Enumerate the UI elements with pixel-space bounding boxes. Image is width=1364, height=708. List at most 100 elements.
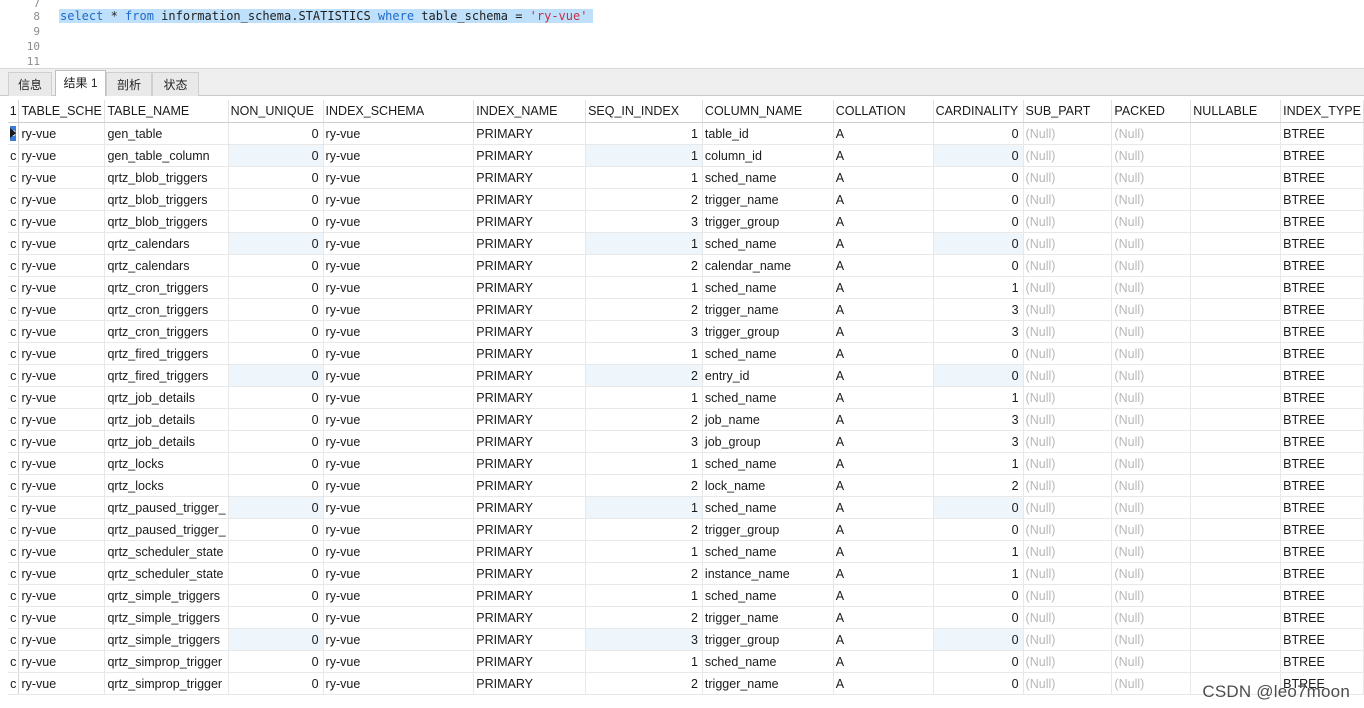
- cell-index-type[interactable]: BTREE: [1280, 496, 1364, 519]
- cell-table-sche[interactable]: ry-vue: [18, 166, 106, 189]
- cell-index-type[interactable]: BTREE: [1280, 474, 1364, 497]
- cell-collation[interactable]: A: [833, 276, 934, 299]
- cell-cardinality[interactable]: 1: [933, 540, 1024, 563]
- cell-cardinality[interactable]: 0: [933, 628, 1024, 651]
- cell-index-schema[interactable]: ry-vue: [323, 518, 475, 541]
- table-row[interactable]: c ry-vue qrtz_simple_triggers 0 ry-vue PRIMAR…: [8, 606, 1364, 629]
- cell-index-name[interactable]: PRIMARY: [473, 276, 587, 299]
- cell-collation[interactable]: A: [833, 474, 934, 497]
- cell-index-name[interactable]: PRIMARY: [473, 650, 587, 673]
- cell-index-name[interactable]: PRIMARY: [473, 232, 587, 255]
- cell-non-unique[interactable]: 0: [228, 320, 324, 343]
- cell-collation[interactable]: A: [833, 144, 934, 167]
- cell-collation[interactable]: A: [833, 584, 934, 607]
- cell-cardinality[interactable]: 2: [933, 474, 1024, 497]
- cell-sub-part[interactable]: (Null): [1023, 232, 1113, 255]
- cell-seq-in-index[interactable]: 3: [585, 210, 703, 233]
- table-row[interactable]: c ry-vue qrtz_simprop_trigger 0 ry-vue PRIMAR…: [8, 650, 1364, 673]
- cell-column-name[interactable]: table_id: [702, 122, 834, 145]
- row-selector[interactable]: c: [8, 562, 20, 585]
- cell-table-name[interactable]: qrtz_job_details: [104, 386, 229, 409]
- cell-index-schema[interactable]: ry-vue: [323, 364, 475, 387]
- cell-cardinality[interactable]: 0: [933, 342, 1024, 365]
- cell-index-schema[interactable]: ry-vue: [323, 254, 475, 277]
- cell-sub-part[interactable]: (Null): [1023, 188, 1113, 211]
- table-row[interactable]: c ry-vue qrtz_simple_triggers 0 ry-vue PRIMAR…: [8, 584, 1364, 607]
- column-header-packed[interactable]: PACKED: [1111, 100, 1192, 123]
- cell-sub-part[interactable]: (Null): [1023, 386, 1113, 409]
- cell-index-name[interactable]: PRIMARY: [473, 166, 587, 189]
- cell-index-name[interactable]: PRIMARY: [473, 342, 587, 365]
- cell-cardinality[interactable]: 0: [933, 364, 1024, 387]
- row-selector[interactable]: c: [8, 276, 20, 299]
- cell-cardinality[interactable]: 3: [933, 320, 1024, 343]
- table-row[interactable]: c ry-vue qrtz_fired_triggers 0 ry-vue PRIMARY…: [8, 364, 1364, 387]
- tab-info[interactable]: 信息: [8, 72, 52, 96]
- cell-column-name[interactable]: sched_name: [702, 386, 834, 409]
- cell-nullable[interactable]: [1190, 606, 1282, 629]
- row-selector[interactable]: c: [8, 232, 20, 255]
- cell-nullable[interactable]: [1190, 386, 1282, 409]
- cell-sub-part[interactable]: (Null): [1023, 452, 1113, 475]
- cell-index-name[interactable]: PRIMARY: [473, 518, 587, 541]
- cell-column-name[interactable]: sched_name: [702, 650, 834, 673]
- cell-index-schema[interactable]: ry-vue: [323, 188, 475, 211]
- row-selector[interactable]: c: [8, 144, 20, 167]
- cell-nullable[interactable]: [1190, 298, 1282, 321]
- row-selector[interactable]: c: [8, 650, 20, 673]
- cell-index-schema[interactable]: ry-vue: [323, 452, 475, 475]
- cell-collation[interactable]: A: [833, 496, 934, 519]
- cell-collation[interactable]: A: [833, 232, 934, 255]
- table-row[interactable]: c ry-vue qrtz_fired_triggers 0 ry-vue PRIMARY…: [8, 342, 1364, 365]
- table-row[interactable]: c ry-vue qrtz_job_details 0 ry-vue PRIMARY 2 jo…: [8, 408, 1364, 431]
- cell-table-name[interactable]: gen_table_column: [104, 144, 229, 167]
- cell-index-schema[interactable]: ry-vue: [323, 540, 475, 563]
- cell-sub-part[interactable]: (Null): [1023, 518, 1113, 541]
- cell-nullable[interactable]: [1190, 474, 1282, 497]
- cell-index-schema[interactable]: ry-vue: [323, 496, 475, 519]
- table-row[interactable]: c ry-vue qrtz_paused_trigger_ 0 ry-vue PRIMAR…: [8, 496, 1364, 519]
- cell-sub-part[interactable]: (Null): [1023, 540, 1113, 563]
- cell-packed[interactable]: (Null): [1111, 562, 1192, 585]
- cell-table-name[interactable]: qrtz_cron_triggers: [104, 320, 229, 343]
- cell-index-schema[interactable]: ry-vue: [323, 474, 475, 497]
- cell-sub-part[interactable]: (Null): [1023, 606, 1113, 629]
- cell-packed[interactable]: (Null): [1111, 364, 1192, 387]
- cell-seq-in-index[interactable]: 2: [585, 364, 703, 387]
- cell-index-type[interactable]: BTREE: [1280, 188, 1364, 211]
- cell-index-name[interactable]: PRIMARY: [473, 562, 587, 585]
- table-row[interactable]: c ry-vue qrtz_locks 0 ry-vue PRIMARY 1 sched_na…: [8, 452, 1364, 475]
- cell-sub-part[interactable]: (Null): [1023, 210, 1113, 233]
- cell-sub-part[interactable]: (Null): [1023, 650, 1113, 673]
- cell-non-unique[interactable]: 0: [228, 584, 324, 607]
- cell-seq-in-index[interactable]: 1: [585, 276, 703, 299]
- cell-collation[interactable]: A: [833, 606, 934, 629]
- cell-table-sche[interactable]: ry-vue: [18, 628, 106, 651]
- cell-nullable[interactable]: [1190, 628, 1282, 651]
- column-header-collation[interactable]: COLLATION: [833, 100, 934, 123]
- cell-non-unique[interactable]: 0: [228, 254, 324, 277]
- cell-table-name[interactable]: qrtz_blob_triggers: [104, 188, 229, 211]
- column-header-column-name[interactable]: COLUMN_NAME: [702, 100, 834, 123]
- row-selector[interactable]: c: [8, 496, 20, 519]
- cell-index-schema[interactable]: ry-vue: [323, 408, 475, 431]
- column-header-index-name[interactable]: INDEX_NAME: [473, 100, 587, 123]
- cell-non-unique[interactable]: 0: [228, 496, 324, 519]
- cell-index-schema[interactable]: ry-vue: [323, 298, 475, 321]
- cell-index-name[interactable]: PRIMARY: [473, 298, 587, 321]
- cell-collation[interactable]: A: [833, 210, 934, 233]
- cell-index-type[interactable]: BTREE: [1280, 540, 1364, 563]
- cell-cardinality[interactable]: 0: [933, 672, 1024, 695]
- cell-collation[interactable]: A: [833, 188, 934, 211]
- cell-non-unique[interactable]: 0: [228, 342, 324, 365]
- cell-table-sche[interactable]: ry-vue: [18, 672, 106, 695]
- table-row[interactable]: c ry-vue qrtz_blob_triggers 0 ry-vue PRIMARY 2…: [8, 188, 1364, 211]
- cell-collation[interactable]: A: [833, 386, 934, 409]
- cell-table-name[interactable]: qrtz_cron_triggers: [104, 276, 229, 299]
- cell-index-schema[interactable]: ry-vue: [323, 210, 475, 233]
- cell-column-name[interactable]: column_id: [702, 144, 834, 167]
- cell-cardinality[interactable]: 0: [933, 144, 1024, 167]
- cell-index-name[interactable]: PRIMARY: [473, 672, 587, 695]
- cell-sub-part[interactable]: (Null): [1023, 496, 1113, 519]
- cell-nullable[interactable]: [1190, 364, 1282, 387]
